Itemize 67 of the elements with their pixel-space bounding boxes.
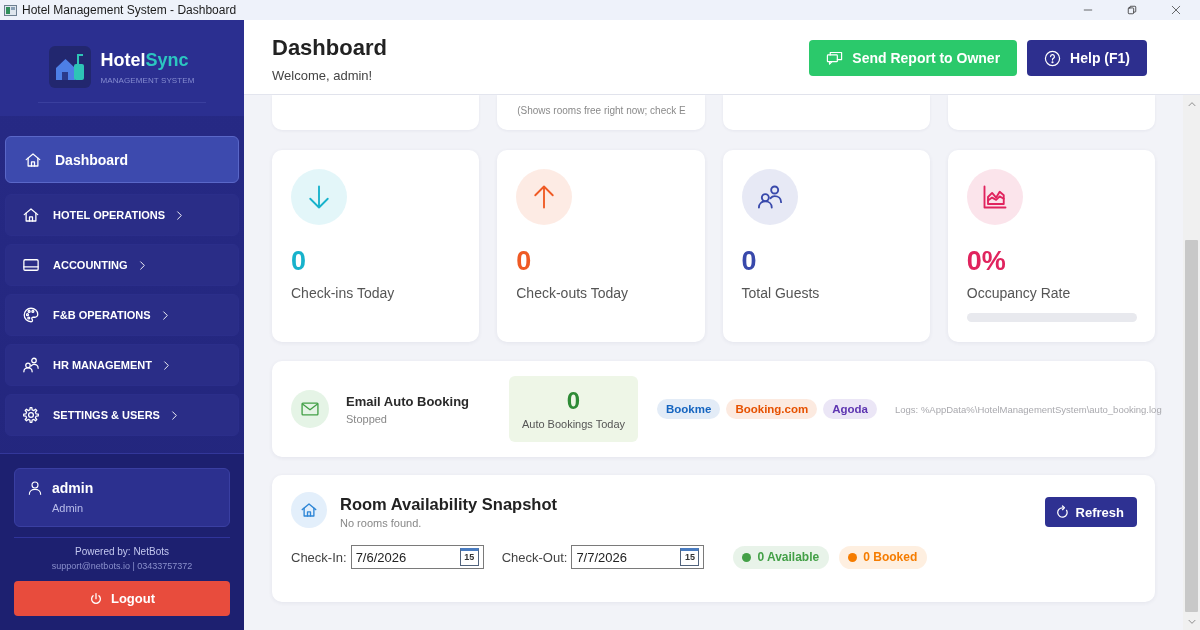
help-icon bbox=[1044, 49, 1062, 67]
arrow-down-icon bbox=[291, 169, 347, 225]
card-icon bbox=[22, 256, 40, 274]
stat-value: 0 bbox=[291, 246, 307, 276]
calendar-icon[interactable]: 15 bbox=[459, 548, 479, 566]
date-field[interactable]: 7/7/2026 15 bbox=[571, 545, 705, 569]
count-label: 0 Booked bbox=[863, 550, 918, 564]
field-label: Check-In: bbox=[291, 549, 347, 565]
users-icon bbox=[22, 356, 40, 374]
stat-label: Check-ins Today bbox=[291, 284, 395, 302]
stat-value: 0 bbox=[516, 246, 532, 276]
card-note: (Shows rooms free right now; check E bbox=[517, 105, 686, 117]
brand-subtitle: MANAGEMENT SYSTEM bbox=[100, 76, 195, 85]
section-title: Room Availability Snapshot bbox=[340, 494, 557, 515]
nav-item[interactable]: HR MANAGEMENT bbox=[5, 344, 239, 386]
nav-item[interactable]: ACCOUNTING bbox=[5, 244, 239, 286]
window-title: Hotel Management System - Dashboard bbox=[22, 3, 237, 17]
person-icon bbox=[27, 480, 43, 496]
scrollbar-thumb[interactable] bbox=[1185, 240, 1198, 612]
date-field[interactable]: 7/6/2026 15 bbox=[350, 545, 484, 569]
user-role: Admin bbox=[52, 501, 85, 515]
stat-value: 0% bbox=[966, 246, 1006, 276]
refresh-button[interactable]: Refresh bbox=[1044, 497, 1137, 527]
nav-item[interactable]: HOTEL OPERATIONS bbox=[5, 194, 239, 236]
scroll-down-icon bbox=[1187, 617, 1196, 626]
section-title: Email Auto Booking bbox=[346, 392, 471, 411]
stat-label: Total Guests bbox=[741, 284, 820, 302]
app-icon bbox=[4, 4, 17, 16]
nav-item[interactable]: F&B OPERATIONS bbox=[5, 294, 239, 336]
subtitle-text: No rooms found. bbox=[340, 516, 423, 530]
stat-label: Check-outs Today bbox=[516, 284, 629, 302]
logo-icon bbox=[49, 46, 92, 88]
palette-icon bbox=[22, 306, 40, 324]
house-icon bbox=[22, 206, 40, 224]
stat-value: 0 bbox=[741, 246, 757, 276]
channel-tag: Agoda bbox=[823, 399, 877, 419]
powered-by-text: Powered by: NetBots bbox=[74, 545, 170, 559]
refresh-icon bbox=[1054, 504, 1070, 520]
house-icon bbox=[291, 492, 327, 528]
help-button[interactable]: Help (F1) bbox=[1027, 40, 1147, 76]
page-title: Dashboard bbox=[272, 34, 387, 62]
counter-label: Auto Bookings Today bbox=[521, 417, 626, 431]
close-icon bbox=[1171, 5, 1181, 15]
calendar-icon[interactable]: 15 bbox=[680, 548, 700, 566]
nav-item[interactable]: SETTINGS & USERS bbox=[5, 394, 239, 436]
field-label: Check-Out: bbox=[501, 549, 568, 565]
channel-tag: Bookme bbox=[657, 399, 721, 419]
power-icon bbox=[88, 591, 103, 606]
restore-icon bbox=[1127, 5, 1137, 15]
user-name: admin bbox=[52, 479, 95, 497]
settings-icon bbox=[22, 406, 40, 424]
chevron-icon bbox=[161, 359, 172, 371]
welcome-text: Welcome, admin! bbox=[272, 68, 374, 84]
contact-text: support@netbots.io | 03433757372 bbox=[50, 560, 194, 573]
mail-icon bbox=[291, 390, 329, 428]
scroll-up-icon bbox=[1187, 99, 1196, 108]
counter-value: 0 bbox=[566, 387, 581, 415]
count-label: 0 Available bbox=[757, 550, 820, 564]
stat-label: Occupancy Rate bbox=[966, 284, 1071, 302]
status-text: Stopped bbox=[346, 411, 388, 426]
brand-name: HotelSync bbox=[100, 49, 190, 71]
chat-icon bbox=[826, 49, 844, 67]
channel-tag: Booking.com bbox=[726, 399, 818, 419]
logout-button[interactable]: Logout bbox=[14, 581, 230, 616]
log-path-text: Logs: %AppData%\HotelManagementSystem\auto_booking.log bbox=[895, 403, 1162, 415]
nav-item[interactable]: Dashboard bbox=[5, 136, 239, 183]
scrollbar[interactable] bbox=[1183, 95, 1200, 630]
